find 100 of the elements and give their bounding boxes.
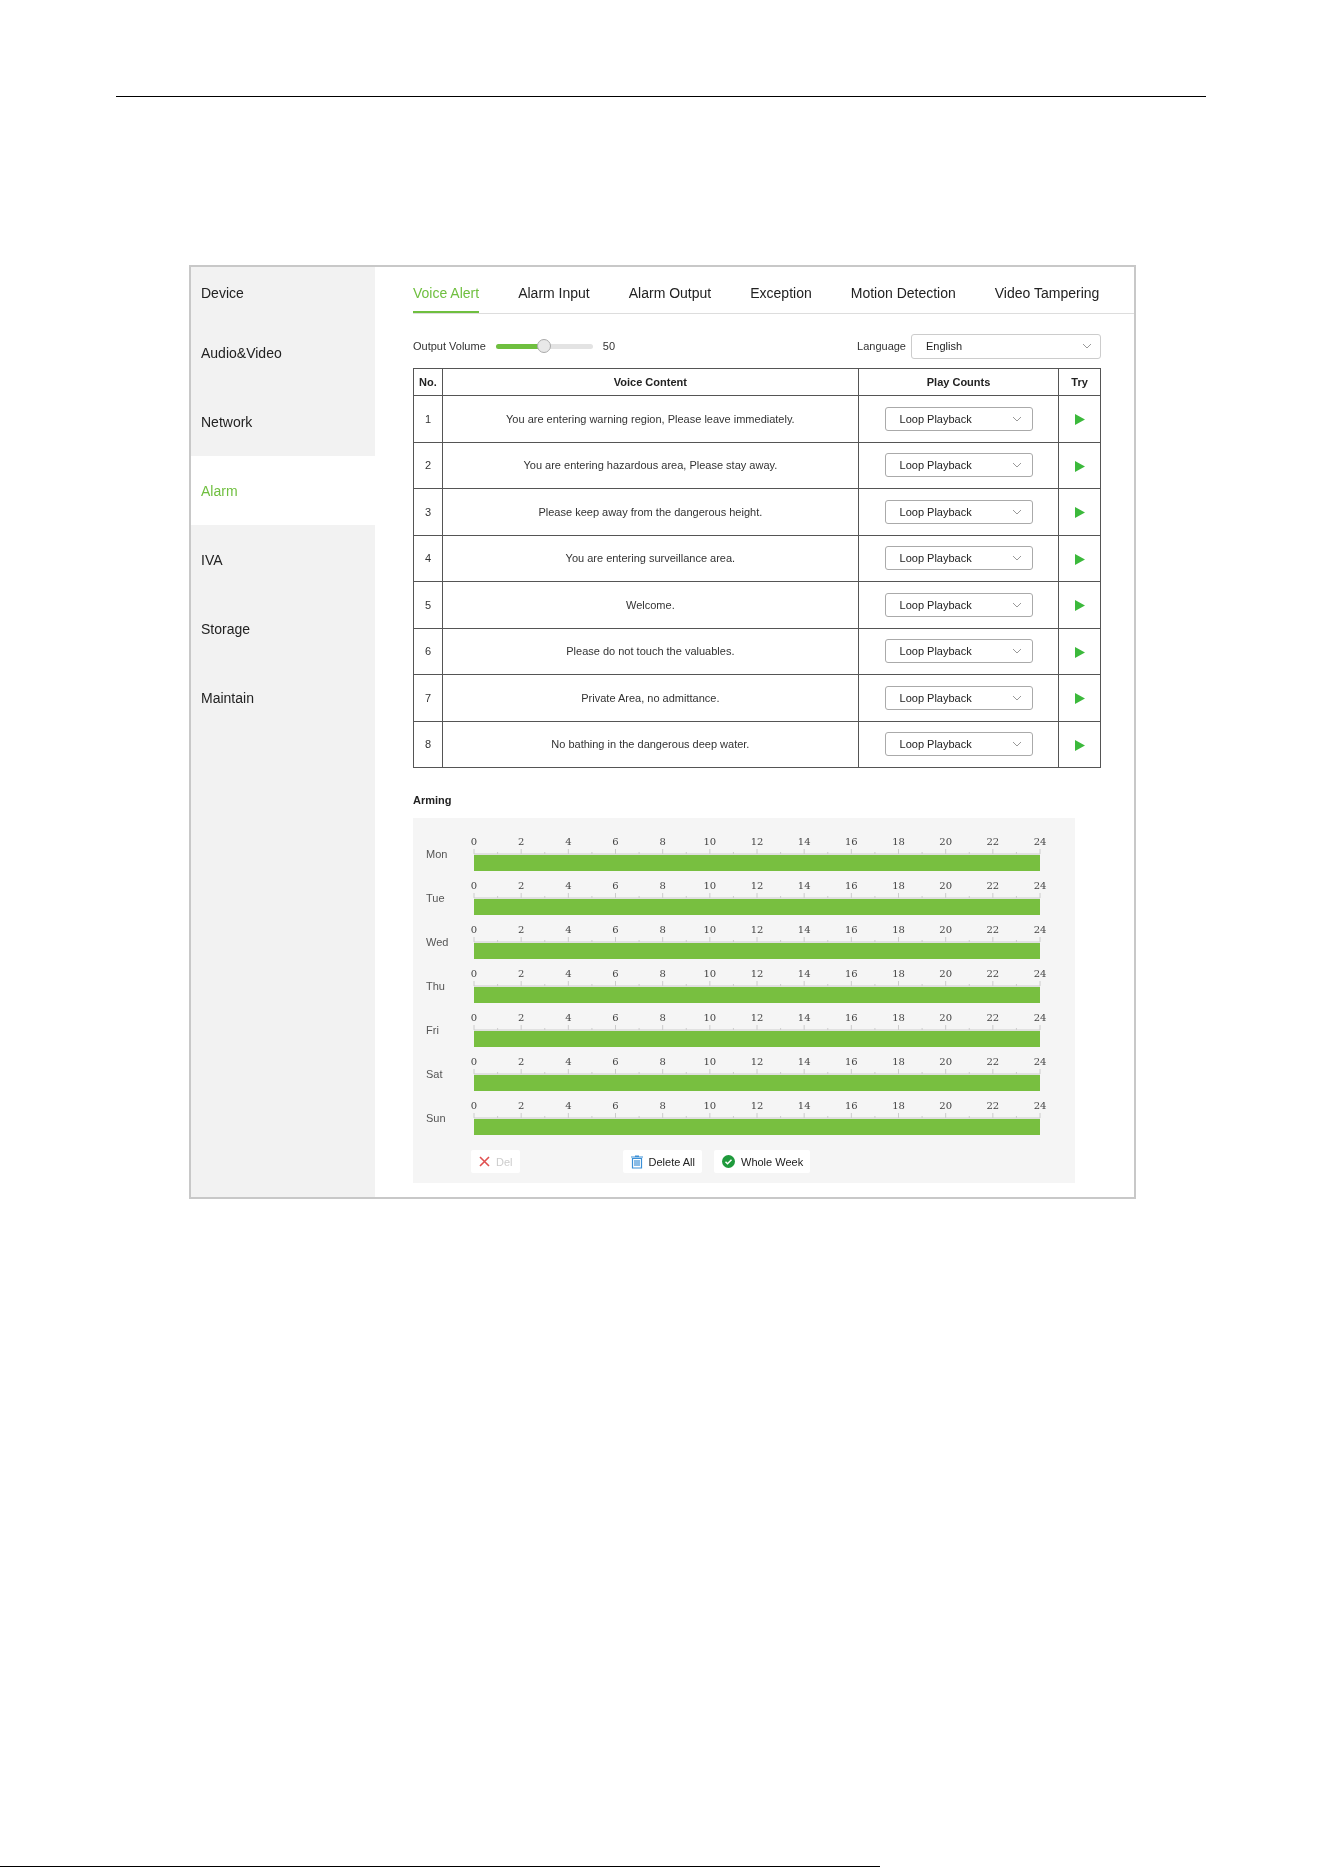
hour-label: 6 [612,924,619,935]
chevron-down-icon [1011,601,1022,608]
language-dropdown[interactable]: English [911,333,1101,359]
volume-label: Output Volume [413,340,486,352]
hour-label: 16 [844,1056,858,1067]
hour-label: 22 [986,1012,1000,1023]
row-number: 2 [413,442,443,489]
hour-label: 6 [612,1100,619,1111]
play-count-dropdown[interactable]: Loop Playback [884,453,1033,478]
chevron-down-icon [1011,648,1022,655]
play-icon[interactable] [1074,553,1085,565]
play-icon[interactable] [1074,460,1085,472]
hour-label: 4 [565,836,572,847]
hour-label: 0 [470,836,478,847]
hour-label: 12 [750,1012,764,1023]
tab[interactable]: Exception [750,285,812,313]
play-icon[interactable] [1074,600,1085,612]
sidebar-item[interactable]: Storage [201,620,251,637]
play-count-dropdown[interactable]: Loop Playback [884,499,1033,524]
delete-all-button[interactable]: Delete All [622,1150,702,1173]
voice-content-cell: No bathing in the dangerous deep water. [442,721,859,768]
hour-label: 20 [939,1012,953,1023]
hour-label: 24 [1033,1056,1047,1067]
tab[interactable]: Alarm Output [628,285,712,313]
hour-label: 8 [659,836,666,847]
sidebar-item[interactable]: Audio&Video [201,344,282,361]
play-count-dropdown[interactable]: Loop Playback [884,592,1033,617]
sidebar-item[interactable]: Maintain [201,689,254,706]
whole-week-button[interactable]: Whole Week [714,1150,811,1173]
column-header: Voice Content [442,368,859,396]
hour-label: 6 [612,880,619,891]
check-circle-icon [722,1155,735,1168]
hour-label: 16 [844,968,858,979]
day-label: Fri [426,1024,440,1038]
hour-label: 12 [750,1100,764,1111]
hour-label: 6 [612,1012,619,1023]
tab[interactable]: Alarm Input [518,285,590,313]
hour-label: 22 [986,836,1000,847]
hour-label: 10 [703,1056,717,1067]
hour-label: 8 [659,924,666,935]
hour-label: 8 [659,1012,666,1023]
hour-label: 14 [797,836,811,847]
voice-content-cell: You are entering surveillance area. [442,535,859,582]
hour-label: 4 [565,1012,572,1023]
day-label: Mon [426,848,449,862]
hour-label: 14 [797,968,811,979]
hour-label: 8 [659,880,666,891]
row-number: 1 [413,395,443,442]
column-header: Try [1058,368,1101,396]
hour-label: 12 [750,880,764,891]
row-number: 3 [413,488,443,535]
hour-label: 16 [844,1012,858,1023]
hour-label: 12 [750,924,764,935]
hour-label: 0 [470,1012,478,1023]
play-icon[interactable] [1074,646,1085,658]
hour-label: 4 [565,1056,572,1067]
play-count-dropdown[interactable]: Loop Playback [884,546,1033,571]
slider-thumb[interactable] [537,338,552,353]
sidebar-item[interactable]: Device [201,284,244,301]
play-icon[interactable] [1074,739,1085,751]
hour-label: 12 [750,968,764,979]
hour-label: 0 [470,1100,478,1111]
hour-label: 10 [703,836,717,847]
hour-label: 22 [986,924,1000,935]
hour-label: 6 [612,968,619,979]
sidebar-item[interactable]: Network [201,413,253,430]
hour-label: 4 [565,1100,572,1111]
play-count-dropdown[interactable]: Loop Playback [884,406,1033,431]
play-icon[interactable] [1074,414,1085,426]
column-header: No. [413,368,443,396]
hour-label: 4 [565,880,572,891]
tab[interactable]: Motion Detection [850,285,956,313]
play-icon[interactable] [1074,507,1085,519]
day-label: Thu [426,980,446,994]
hour-label: 4 [565,968,572,979]
row-number: 4 [413,535,443,582]
play-icon[interactable] [1074,693,1085,705]
hour-label: 22 [986,1056,1000,1067]
hour-label: 0 [470,924,478,935]
play-count-dropdown[interactable]: Loop Playback [884,732,1033,757]
voice-content-cell: You are entering hazardous area, Please stay away. [442,442,859,489]
hour-label: 24 [1033,924,1047,935]
play-count-dropdown[interactable]: Loop Playback [884,639,1033,664]
chevron-down-icon [1011,415,1022,422]
hour-label: 8 [659,1056,666,1067]
day-label: Wed [426,936,450,950]
play-count-dropdown[interactable]: Loop Playback [884,685,1033,710]
language-label: Language [857,340,906,352]
hour-label: 20 [939,1056,953,1067]
hour-label: 10 [703,1012,717,1023]
hour-label: 4 [565,924,572,935]
volume-value: 50 [602,340,616,352]
hour-label: 18 [892,1100,905,1111]
row-number: 6 [413,628,443,675]
sidebar-item[interactable]: IVA [201,551,223,568]
day-label: Sun [426,1112,447,1126]
voice-content-cell: Welcome. [442,581,859,628]
tab[interactable]: Video Tampering [994,285,1100,313]
hour-label: 10 [703,1100,717,1111]
day-label: Sat [426,1068,444,1082]
